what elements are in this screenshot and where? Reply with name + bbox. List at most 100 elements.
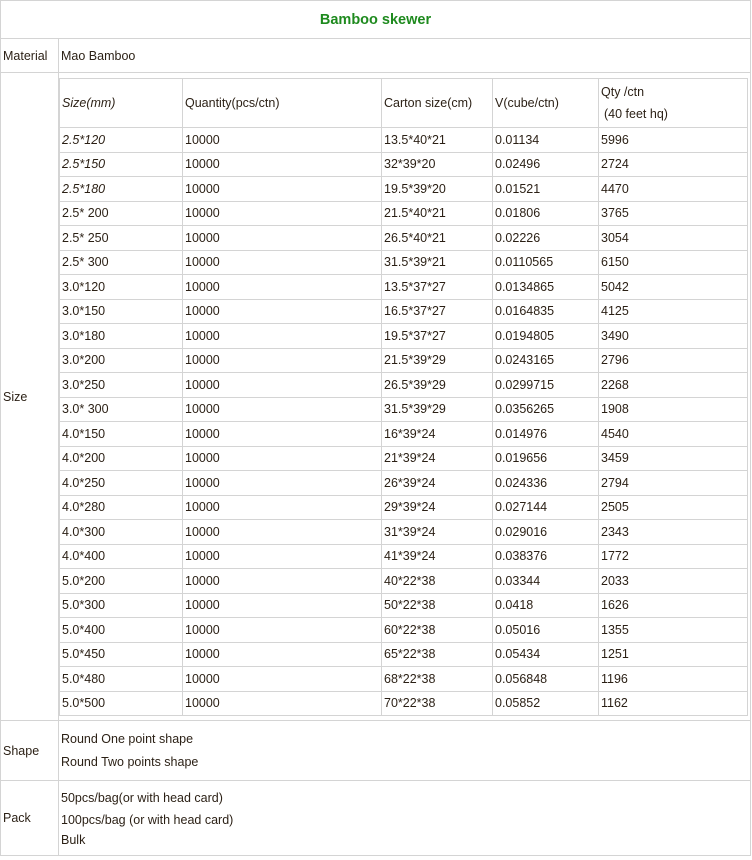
table-title: Bamboo skewer	[0, 0, 751, 39]
table-row: 4.0*150 10000 16*39*24 0.014976 4540	[59, 421, 748, 447]
cell-volume: 0.0243165	[492, 347, 599, 373]
cell-quantity: 10000	[182, 176, 382, 202]
cell-qty-container: 2794	[598, 470, 748, 496]
cell-qty-container: 3459	[598, 445, 748, 471]
cell-volume: 0.019656	[492, 445, 599, 471]
cell-volume: 0.0134865	[492, 274, 599, 300]
table-row: 3.0*150 10000 16.5*37*27 0.0164835 4125	[59, 298, 748, 324]
cell-carton-size: 70*22*38	[381, 690, 493, 716]
cell-qty-container: 2505	[598, 494, 748, 520]
cell-qty-container: 3490	[598, 323, 748, 349]
shape-values: Round One point shape Round Two points s…	[58, 720, 751, 781]
cell-qty-container: 1626	[598, 592, 748, 618]
table-row: 4.0*200 10000 21*39*24 0.019656 3459	[59, 445, 748, 471]
cell-volume: 0.01806	[492, 200, 599, 226]
cell-volume: 0.014976	[492, 421, 599, 447]
table-row: 3.0*180 10000 19.5*37*27 0.0194805 3490	[59, 323, 748, 349]
table-row: 3.0*120 10000 13.5*37*27 0.0134865 5042	[59, 274, 748, 300]
header-qty-line1: Qty /ctn	[601, 85, 645, 99]
table-row: 2.5* 300 10000 31.5*39*21 0.0110565 6150	[59, 249, 748, 275]
cell-carton-size: 16*39*24	[381, 421, 493, 447]
cell-size: 5.0*450	[59, 641, 183, 667]
cell-size: 3.0* 300	[59, 396, 183, 422]
cell-quantity: 10000	[182, 298, 382, 324]
cell-carton-size: 21.5*39*29	[381, 347, 493, 373]
cell-quantity: 10000	[182, 617, 382, 643]
cell-size: 2.5* 300	[59, 249, 183, 275]
spec-table: Bamboo skewer Material Mao Bamboo Size S…	[0, 0, 751, 856]
cell-volume: 0.0164835	[492, 298, 599, 324]
cell-volume: 0.03344	[492, 568, 599, 594]
cell-qty-container: 5042	[598, 274, 748, 300]
cell-carton-size: 68*22*38	[381, 666, 493, 692]
cell-carton-size: 26.5*40*21	[381, 225, 493, 251]
cell-quantity: 10000	[182, 396, 382, 422]
table-row: 4.0*300 10000 31*39*24 0.029016 2343	[59, 519, 748, 545]
cell-carton-size: 65*22*38	[381, 641, 493, 667]
cell-carton-size: 31.5*39*21	[381, 249, 493, 275]
cell-qty-container: 2796	[598, 347, 748, 373]
pack-values: 50pcs/bag(or with head card) 100pcs/bag …	[58, 780, 751, 856]
cell-size: 2.5* 250	[59, 225, 183, 251]
cell-carton-size: 29*39*24	[381, 494, 493, 520]
cell-volume: 0.056848	[492, 666, 599, 692]
cell-carton-size: 19.5*39*20	[381, 176, 493, 202]
cell-volume: 0.01521	[492, 176, 599, 202]
pack-line: 100pcs/bag (or with head card)	[61, 812, 234, 827]
cell-qty-container: 1251	[598, 641, 748, 667]
cell-carton-size: 32*39*20	[381, 151, 493, 177]
table-row: 5.0*200 10000 40*22*38 0.03344 2033	[59, 568, 748, 594]
cell-size: 3.0*150	[59, 298, 183, 324]
cell-size: 3.0*120	[59, 274, 183, 300]
cell-volume: 0.0418	[492, 592, 599, 618]
table-row: 4.0*250 10000 26*39*24 0.024336 2794	[59, 470, 748, 496]
cell-carton-size: 40*22*38	[381, 568, 493, 594]
table-row: 5.0*500 10000 70*22*38 0.05852 1162	[59, 690, 748, 716]
cell-quantity: 10000	[182, 274, 382, 300]
cell-quantity: 10000	[182, 200, 382, 226]
cell-quantity: 10000	[182, 543, 382, 569]
cell-quantity: 10000	[182, 666, 382, 692]
table-row: 2.5* 250 10000 26.5*40*21 0.02226 3054	[59, 225, 748, 251]
cell-qty-container: 6150	[598, 249, 748, 275]
cell-carton-size: 21*39*24	[381, 445, 493, 471]
cell-volume: 0.01134	[492, 127, 599, 153]
cell-carton-size: 26*39*24	[381, 470, 493, 496]
table-row: 2.5*150 10000 32*39*20 0.02496 2724	[59, 151, 748, 177]
cell-volume: 0.0110565	[492, 249, 599, 275]
table-row: 3.0* 300 10000 31.5*39*29 0.0356265 1908	[59, 396, 748, 422]
cell-quantity: 10000	[182, 445, 382, 471]
table-row: 4.0*280 10000 29*39*24 0.027144 2505	[59, 494, 748, 520]
pack-label: Pack	[0, 780, 59, 856]
shape-line: Round Two points shape	[61, 754, 199, 769]
cell-carton-size: 60*22*38	[381, 617, 493, 643]
cell-size: 4.0*250	[59, 470, 183, 496]
cell-qty-container: 2268	[598, 372, 748, 398]
cell-carton-size: 16.5*37*27	[381, 298, 493, 324]
table-row: 2.5*180 10000 19.5*39*20 0.01521 4470	[59, 176, 748, 202]
cell-volume: 0.0356265	[492, 396, 599, 422]
size-table: Size(mm) Quantity(pcs/ctn) Carton size(c…	[59, 78, 748, 716]
cell-qty-container: 5996	[598, 127, 748, 153]
cell-quantity: 10000	[182, 494, 382, 520]
header-size: Size(mm)	[59, 78, 183, 128]
cell-volume: 0.0299715	[492, 372, 599, 398]
cell-carton-size: 31*39*24	[381, 519, 493, 545]
cell-quantity: 10000	[182, 249, 382, 275]
pack-row: Pack 50pcs/bag(or with head card) 100pcs…	[0, 780, 751, 856]
cell-quantity: 10000	[182, 225, 382, 251]
cell-size: 2.5*120	[59, 127, 183, 153]
cell-size: 2.5*150	[59, 151, 183, 177]
cell-carton-size: 21.5*40*21	[381, 200, 493, 226]
size-header-row: Size(mm) Quantity(pcs/ctn) Carton size(c…	[59, 78, 748, 128]
table-row: 3.0*200 10000 21.5*39*29 0.0243165 2796	[59, 347, 748, 373]
size-row: Size Size(mm) Quantity(pcs/ctn) Carton s…	[0, 72, 751, 721]
cell-size: 4.0*200	[59, 445, 183, 471]
cell-size: 5.0*200	[59, 568, 183, 594]
cell-size: 4.0*400	[59, 543, 183, 569]
cell-quantity: 10000	[182, 568, 382, 594]
cell-qty-container: 1355	[598, 617, 748, 643]
cell-carton-size: 19.5*37*27	[381, 323, 493, 349]
cell-qty-container: 4540	[598, 421, 748, 447]
cell-size: 3.0*200	[59, 347, 183, 373]
